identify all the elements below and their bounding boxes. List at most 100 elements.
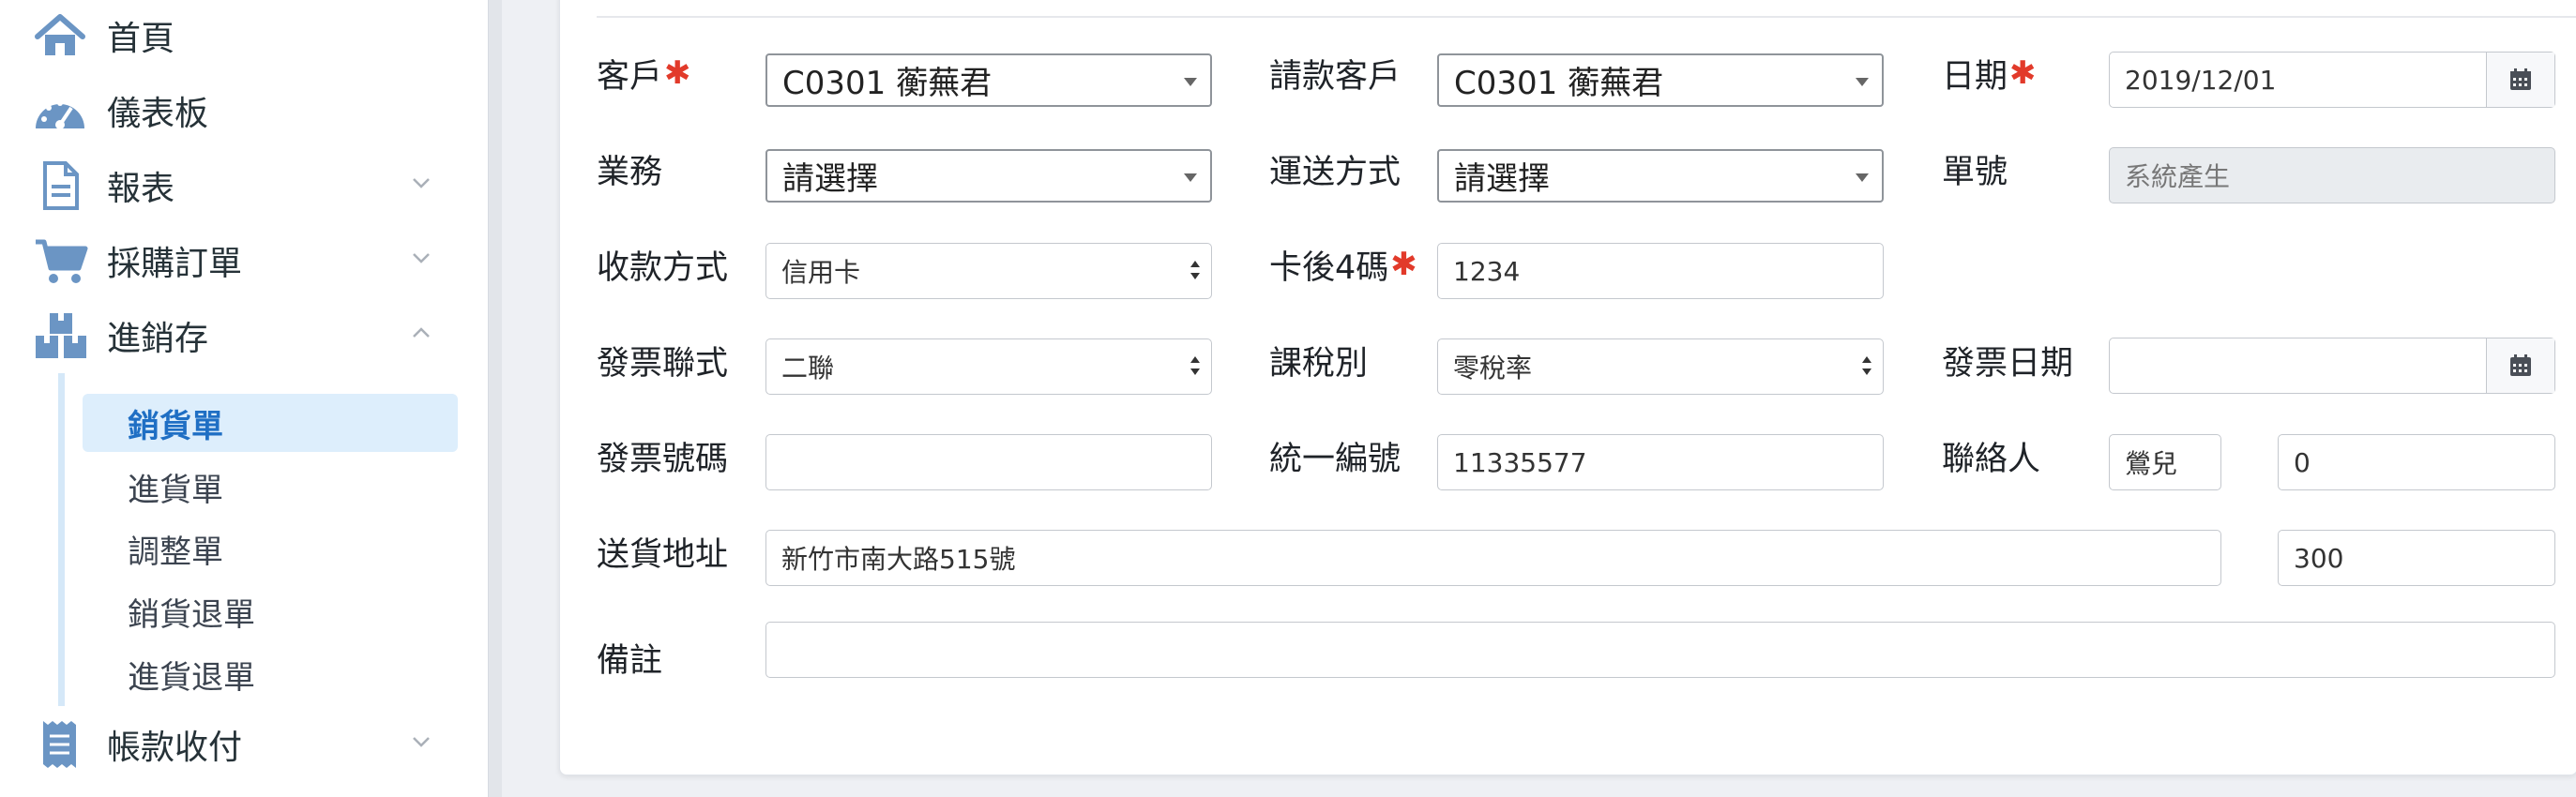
submenu-item-label: 銷貨退單 <box>128 595 255 634</box>
tax-type-label: 課稅別 <box>1269 344 1369 383</box>
order-number-field: 系統產生 <box>2109 147 2555 203</box>
tax-id-value: 11335577 <box>1453 446 1587 478</box>
chevron-down-icon <box>413 253 430 263</box>
invoice-type-select-value: 二聯 <box>781 353 835 383</box>
chevron-down-icon <box>413 178 430 188</box>
inventory-icon <box>34 311 90 360</box>
select-updown-icon <box>1190 356 1200 375</box>
zip-code-value: 300 <box>2294 542 2344 574</box>
tax-id-input[interactable]: 11335577 <box>1437 434 1884 490</box>
shipping-address-input[interactable]: 新竹市南大路515號 <box>765 530 2221 586</box>
chevron-down-icon <box>413 737 430 747</box>
sidebar-item-label: 帳款收付 <box>107 729 243 767</box>
order-number-placeholder: 系統產生 <box>2125 161 2231 192</box>
customer-select[interactable]: C0301 蘅蕪君 <box>765 53 1212 107</box>
contact-phone-input[interactable]: 0 <box>2278 434 2555 490</box>
sidebar-item-label: 報表 <box>107 170 175 208</box>
tax-id-label: 統一編號 <box>1269 440 1402 478</box>
calendar-icon[interactable] <box>2486 53 2554 107</box>
caret-down-icon <box>1856 173 1869 182</box>
select-updown-icon <box>1190 261 1200 279</box>
submenu-item-label: 進貨單 <box>128 471 223 509</box>
customer-select-value: C0301 蘅蕪君 <box>782 65 993 102</box>
receipt-icon <box>34 720 90 769</box>
invoice-number-label: 發票號碼 <box>597 440 729 478</box>
sidebar-item-label: 儀表板 <box>107 95 209 133</box>
label-text: 卡後4碼 <box>1269 248 1389 287</box>
submenu-item-purchase-receipt[interactable]: 進貨單 <box>83 458 458 516</box>
billing-customer-select-value: C0301 蘅蕪君 <box>1454 65 1664 102</box>
sidebar-item-accounts[interactable]: 帳款收付 <box>34 716 447 773</box>
label-text: 客戶 <box>597 57 663 96</box>
invoice-number-input[interactable] <box>765 434 1212 490</box>
caret-down-icon <box>1184 173 1197 182</box>
note-label: 備註 <box>597 641 663 680</box>
dashboard-icon <box>34 86 90 135</box>
sidebar-item-home[interactable]: 首頁 <box>34 8 447 64</box>
sidebar: 首頁 儀表板 報表 採購訂單 進銷存 銷貨單 進貨單 調整單 銷貨退單 進貨退單… <box>0 0 488 797</box>
sidebar-item-dashboard[interactable]: 儀表板 <box>34 83 447 139</box>
invoice-type-select[interactable]: 二聯 <box>765 338 1212 395</box>
home-icon <box>34 11 90 60</box>
invoice-date-picker[interactable] <box>2109 338 2555 394</box>
billing-customer-label: 請款客戶 <box>1269 57 1402 96</box>
submenu-guide-line <box>58 373 65 706</box>
submenu-item-label: 調整單 <box>128 533 223 571</box>
invoice-type-label: 發票聯式 <box>597 344 729 383</box>
card-last4-value: 1234 <box>1453 255 1521 287</box>
sidebar-item-purchase-orders[interactable]: 採購訂單 <box>34 233 447 289</box>
customer-label: 客戶 ✱ <box>597 51 691 96</box>
submenu-item-label: 進貨退單 <box>128 658 255 697</box>
tax-type-select-value: 零稅率 <box>1453 353 1533 383</box>
tax-type-select[interactable]: 零稅率 <box>1437 338 1884 395</box>
submenu-item-label: 銷貨單 <box>128 407 223 445</box>
date-input[interactable]: 2019/12/01 <box>2125 65 2276 96</box>
order-number-label: 單號 <box>1942 153 2008 191</box>
required-asterisk-icon: ✱ <box>2009 54 2037 92</box>
caret-down-icon <box>1856 78 1869 86</box>
sales-rep-select[interactable]: 請選擇 <box>765 149 1212 203</box>
divider <box>597 16 2576 18</box>
sidebar-divider <box>488 0 502 797</box>
sidebar-item-reports[interactable]: 報表 <box>34 158 447 214</box>
date-picker[interactable]: 2019/12/01 <box>2109 52 2555 108</box>
required-asterisk-icon: ✱ <box>1390 246 1417 283</box>
card-last4-input[interactable]: 1234 <box>1437 243 1884 299</box>
sidebar-item-inventory[interactable]: 進銷存 <box>34 308 447 364</box>
select-updown-icon <box>1862 356 1871 375</box>
sales-rep-select-value: 請選擇 <box>782 160 878 198</box>
submenu-item-sales-order[interactable]: 銷貨單 <box>83 394 458 452</box>
chevron-up-icon <box>413 327 430 338</box>
contact-label: 聯絡人 <box>1942 440 2041 478</box>
shipping-method-label: 運送方式 <box>1269 153 1402 191</box>
payment-method-select-value: 信用卡 <box>781 257 861 288</box>
billing-customer-select[interactable]: C0301 蘅蕪君 <box>1437 53 1884 107</box>
required-asterisk-icon: ✱ <box>664 54 691 92</box>
card-last4-label: 卡後4碼 ✱ <box>1269 242 1417 287</box>
shipping-method-select-value: 請選擇 <box>1454 160 1550 198</box>
zip-code-input[interactable]: 300 <box>2278 530 2555 586</box>
contact-phone-value: 0 <box>2294 446 2311 478</box>
payment-method-select[interactable]: 信用卡 <box>765 243 1212 299</box>
caret-down-icon <box>1184 78 1197 86</box>
calendar-icon[interactable] <box>2486 338 2554 393</box>
note-input[interactable] <box>765 622 2555 678</box>
sidebar-item-label: 採購訂單 <box>107 245 243 283</box>
shipping-method-select[interactable]: 請選擇 <box>1437 149 1884 203</box>
sidebar-item-label: 首頁 <box>107 20 175 58</box>
cart-icon <box>34 236 90 285</box>
invoice-date-label: 發票日期 <box>1942 344 2074 383</box>
contact-name-input[interactable]: 鶯兒 <box>2109 434 2221 490</box>
label-text: 日期 <box>1942 57 2008 96</box>
submenu-item-purchase-return[interactable]: 進貨退單 <box>83 645 458 703</box>
shipping-address-label: 送貨地址 <box>597 535 729 574</box>
date-label: 日期 ✱ <box>1942 51 2037 96</box>
payment-method-label: 收款方式 <box>597 248 729 287</box>
contact-name-value: 鶯兒 <box>2125 448 2178 479</box>
sales-rep-label: 業務 <box>597 153 663 191</box>
sidebar-item-label: 進銷存 <box>107 320 209 358</box>
submenu-item-sales-return[interactable]: 銷貨退單 <box>83 582 458 640</box>
submenu-item-adjustment[interactable]: 調整單 <box>83 519 458 578</box>
shipping-address-value: 新竹市南大路515號 <box>781 544 1016 575</box>
report-icon <box>34 161 90 210</box>
